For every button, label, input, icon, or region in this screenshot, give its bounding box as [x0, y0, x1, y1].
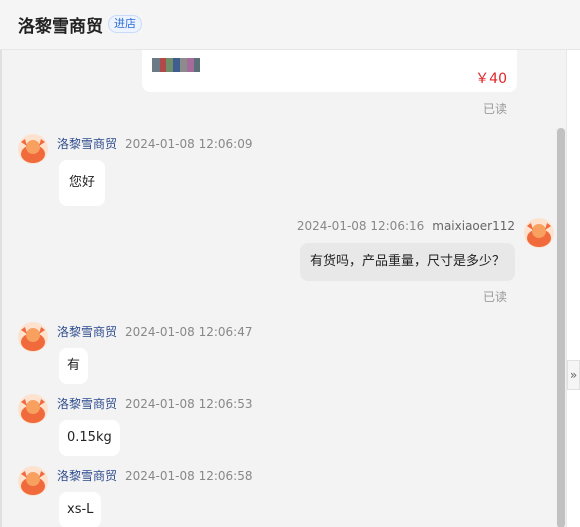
message-time: 2024-01-08 12:06:09 — [125, 137, 253, 151]
shop-avatar — [18, 466, 48, 496]
message-bubble: 有 — [59, 348, 89, 384]
message-meta: 洛黎雪商贸 2024-01-08 12:06:47 — [57, 323, 252, 340]
message-bubble: 有货吗，产品重量，尺寸是多少？ — [299, 243, 515, 281]
message-bubble: xs-L — [59, 492, 102, 527]
user-avatar — [524, 218, 554, 248]
shop-avatar — [18, 322, 48, 352]
product-thumbnail — [152, 58, 200, 72]
read-status: 已读 — [483, 290, 508, 304]
message-time: 2024-01-08 12:06:53 — [125, 397, 253, 411]
product-card[interactable]: ￥40 — [142, 50, 517, 92]
message-meta: 2024-01-08 12:06:16 maixiaoer112 — [297, 219, 515, 233]
sender-name[interactable]: 洛黎雪商贸 — [57, 137, 117, 151]
scrollbar-thumb[interactable] — [557, 128, 565, 527]
read-status: 已读 — [483, 102, 508, 116]
side-panel-edge — [566, 50, 580, 527]
shop-avatar — [18, 134, 48, 164]
sender-name[interactable]: 洛黎雪商贸 — [57, 469, 117, 483]
message-meta: 洛黎雪商贸 2024-01-08 12:06:09 — [57, 135, 252, 152]
message-meta: 洛黎雪商贸 2024-01-08 12:06:58 — [57, 467, 252, 484]
enter-shop-button[interactable]: 进店 — [108, 15, 142, 33]
sender-name: maixiaoer112 — [432, 219, 515, 233]
shop-name: 洛黎雪商贸 — [18, 17, 103, 37]
message-time: 2024-01-08 12:06:16 — [296, 219, 425, 233]
message-meta: 洛黎雪商贸 2024-01-08 12:06:53 — [57, 395, 252, 412]
message-time: 2024-01-08 12:06:58 — [125, 469, 253, 483]
product-price: ￥40 — [475, 71, 507, 87]
chat-message-list[interactable]: ￥40 已读 洛黎雪商贸 2024-01-08 12:06:09 您好 2024-… — [2, 50, 566, 527]
sender-name[interactable]: 洛黎雪商贸 — [57, 325, 117, 339]
chat-header: 洛黎雪商贸 进店 — [0, 0, 580, 50]
message-bubble: 0.15kg — [59, 420, 120, 456]
expand-panel-icon[interactable]: » — [567, 360, 580, 390]
message-time: 2024-01-08 12:06:47 — [125, 325, 253, 339]
sender-name[interactable]: 洛黎雪商贸 — [57, 397, 117, 411]
shop-avatar — [18, 394, 48, 424]
message-bubble: 您好 — [59, 160, 106, 206]
